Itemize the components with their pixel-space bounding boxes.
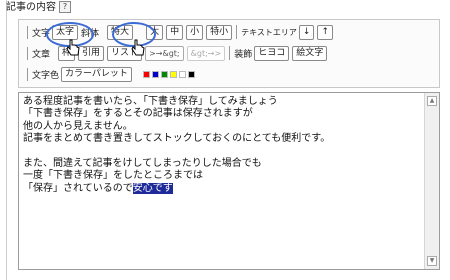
color-swatch[interactable] [187, 70, 195, 78]
frame-button[interactable]: 枠 [58, 45, 76, 61]
text-color-label: 文字色 [27, 67, 59, 81]
text-line: 記事をまとめて書き置きしてストックしておくのにとても便利です。 [23, 133, 331, 145]
xsmall-button[interactable]: 特小 [206, 24, 233, 40]
bold-button[interactable]: 太字 [52, 24, 79, 40]
medium-button[interactable]: 中 [166, 24, 184, 40]
small-button[interactable]: 小 [186, 24, 204, 40]
text-line [23, 146, 330, 158]
section-title: 記事の内容? [6, 1, 71, 15]
color-palette-button[interactable]: カラーパレット [61, 66, 132, 82]
decoration-label: 装飾 [234, 49, 253, 60]
separator [236, 25, 238, 39]
color-swatch[interactable] [142, 70, 150, 78]
textarea-expand-button[interactable]: ↑ [317, 24, 333, 40]
text-line: 他の人から見えません。 [23, 120, 133, 132]
section-title-text: 記事の内容 [6, 2, 56, 13]
toolbar-row-color: 文字色 カラーパレット [27, 65, 197, 83]
scroll-up-arrow-icon[interactable]: ▲ [427, 96, 437, 106]
textarea-label: テキストエリア [241, 27, 297, 37]
left-border [6, 0, 7, 280]
unescape-html-button[interactable]: &gt;→> [186, 45, 226, 61]
color-swatch[interactable] [160, 70, 168, 78]
toolbar-row-paragraph: 文章 枠 引用 リスト >→&gt; &gt;→> 装飾 ヒヨコ 絵文字 [27, 44, 330, 62]
toolbar-row-text: 文字 太字 斜体 特大 大 中 小 特小 テキストエリア ↓ ↑ [27, 23, 336, 41]
xlarge-button[interactable]: 特大 [107, 24, 134, 40]
text-line: また、間違えて記事をけしてしまったりした場合でも [23, 158, 262, 170]
text-line: 「保存」されているので安心です [23, 182, 330, 195]
editor-toolbar: 文字 太字 斜体 特大 大 中 小 特小 テキストエリア ↓ ↑ 文章 枠 引用… [18, 19, 440, 88]
color-swatch[interactable] [169, 70, 177, 78]
italic-button[interactable]: 斜体 [81, 26, 99, 39]
text-line: 「下書き保存」をするとその記事は保存されますが [23, 108, 253, 120]
vertical-scrollbar[interactable]: ▲ ▼ [424, 93, 439, 269]
color-swatch[interactable] [151, 70, 159, 78]
textarea-shrink-button[interactable]: ↓ [298, 24, 315, 40]
paragraph-label: 文章 [27, 46, 50, 60]
chick-button[interactable]: ヒヨコ [254, 45, 290, 61]
scroll-down-arrow-icon[interactable]: ▼ [427, 256, 437, 266]
text-line-prefix: 「保存」されているので [23, 182, 133, 194]
text-line: ある程度記事を書いたら、「下書き保存」してみましょう [23, 96, 278, 107]
article-body-text: ある程度記事を書いたら、「下書き保存」してみましょう 「下書き保存」をするとその記… [23, 96, 330, 195]
selected-text: 安心です [132, 182, 173, 194]
large-button[interactable]: 大 [146, 24, 164, 40]
list-button[interactable]: リスト [107, 45, 143, 61]
article-body-textarea[interactable]: ある程度記事を書いたら、「下書き保存」してみましょう 「下書き保存」をするとその記… [18, 92, 440, 270]
quote-button[interactable]: 引用 [78, 45, 105, 61]
emoji-button[interactable]: 絵文字 [292, 45, 328, 61]
help-icon[interactable]: ? [59, 1, 71, 13]
color-swatch[interactable] [178, 70, 186, 78]
separator [229, 46, 231, 60]
text-line: 一度「下書き保存」をしたところまでは [23, 170, 203, 182]
text-style-label: 文字 [27, 25, 50, 39]
color-swatches [142, 70, 197, 78]
escape-html-button[interactable]: >→&gt; [145, 45, 184, 61]
